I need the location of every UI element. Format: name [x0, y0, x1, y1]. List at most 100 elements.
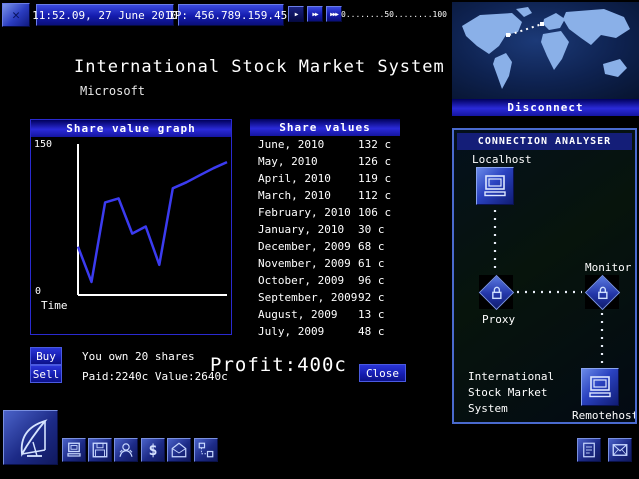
proxy-label: Proxy — [482, 313, 515, 326]
floppy-disk-icon — [91, 441, 109, 459]
fast-forward-icon: ▶▶ — [312, 11, 317, 18]
company-name: Microsoft — [80, 84, 145, 98]
sell-button[interactable]: Sell — [30, 365, 62, 383]
share-values-list: June, 2010132 cMay, 2010126 cApril, 2010… — [250, 136, 400, 340]
remotehost-label: Remotehost — [572, 409, 637, 422]
share-value-price: 96 c — [358, 272, 385, 289]
share-value-row: August, 2009 13 c — [250, 306, 400, 323]
share-value-price: 48 c — [358, 323, 385, 340]
page-title: International Stock Market System — [74, 57, 445, 77]
monitor-node[interactable] — [585, 275, 619, 309]
status-button[interactable] — [114, 438, 138, 462]
graph-panel-title: Share value graph — [31, 120, 231, 137]
share-value-price: 106 c — [358, 204, 391, 221]
disconnect-label: Disconnect — [507, 101, 583, 114]
share-value-row: March, 2010 112 c — [250, 187, 400, 204]
share-value-row: November, 2009 61 c — [250, 255, 400, 272]
share-value-price: 13 c — [358, 306, 385, 323]
buy-label: Buy — [36, 350, 56, 363]
shares-owned-text: You own 20 shares — [82, 350, 195, 363]
speed-normal-button[interactable]: ▶ — [288, 6, 304, 22]
open-envelope-icon — [170, 441, 188, 459]
finance-button[interactable]: $ — [141, 438, 165, 462]
share-value-month: February, 2010 — [258, 204, 351, 221]
share-value-row: May, 2010 126 c — [250, 153, 400, 170]
share-value-month: December, 2009 — [258, 238, 351, 255]
paid-value-text: Paid:2240c Value:2640c — [82, 370, 228, 383]
share-value-row: September, 200992 c — [250, 289, 400, 306]
share-value-month: June, 2010 — [258, 136, 324, 153]
share-value-month: September, 2009 — [258, 289, 357, 306]
buy-button[interactable]: Buy — [30, 347, 62, 365]
connection-analyser-title: CONNECTION ANALYSER — [457, 133, 632, 150]
share-value-price: 92 c — [358, 289, 385, 306]
proxy-node[interactable] — [479, 275, 513, 309]
share-value-row: April, 2010 119 c — [250, 170, 400, 187]
share-value-price: 61 c — [358, 255, 385, 272]
hardware-button[interactable] — [62, 438, 86, 462]
person-icon — [117, 441, 135, 459]
network-icon — [197, 441, 215, 459]
network-map-button[interactable] — [194, 438, 218, 462]
speed-fast-button[interactable]: ▶▶ — [307, 6, 323, 22]
cpu-usage-gauge: 0........50........100 — [341, 10, 447, 19]
target-name-line2: Stock Market — [468, 386, 547, 399]
share-value-month: January, 2010 — [258, 221, 344, 238]
ip-display[interactable]: IP: 456.789.159.459 — [178, 4, 284, 26]
share-values-panel: Share values June, 2010 132 c May, 2010 126… — [250, 119, 400, 340]
share-value-month: October, 2009 — [258, 272, 344, 289]
share-price-line-chart — [31, 137, 231, 334]
close-window-button[interactable]: ✕ — [2, 3, 30, 27]
speed-fastest-button[interactable]: ▶▶▶ — [326, 6, 342, 22]
dollar-icon: $ — [148, 443, 157, 458]
share-value-month: March, 2010 — [258, 187, 331, 204]
share-value-month: July, 2009 — [258, 323, 324, 340]
share-value-month: November, 2009 — [258, 255, 351, 272]
close-icon: ✕ — [12, 8, 20, 23]
share-value-price: 112 c — [358, 187, 391, 204]
share-value-price: 30 c — [358, 221, 385, 238]
padlock-icon — [490, 286, 502, 299]
profit-text: Profit:400c — [210, 354, 347, 376]
software-button[interactable] — [88, 438, 112, 462]
connection-analyser-panel: CONNECTION ANALYSER Localhost Proxy Moni… — [452, 128, 637, 424]
uplink-stock-market-screen: ✕ 11:52.09, 27 June 2010 IP: 456.789.159… — [0, 0, 639, 479]
monitor-label: Monitor — [585, 261, 631, 274]
share-value-month: April, 2010 — [258, 170, 331, 187]
share-values-title: Share values — [250, 119, 400, 136]
lock-diamond-icon — [478, 274, 513, 309]
sell-label: Sell — [33, 368, 60, 381]
share-value-graph-panel: Share value graph 150 0 Time — [30, 119, 232, 335]
uplink-menu-button[interactable] — [3, 410, 58, 465]
fastest-forward-icon: ▶▶▶ — [330, 11, 338, 18]
close-label: Close — [366, 367, 399, 380]
share-value-price: 126 c — [358, 153, 391, 170]
share-value-month: May, 2010 — [258, 153, 318, 170]
lock-diamond-icon — [584, 274, 619, 309]
clock-display[interactable]: 11:52.09, 27 June 2010 — [36, 4, 174, 26]
localhost-node[interactable] — [476, 167, 514, 205]
share-value-price: 119 c — [358, 170, 391, 187]
share-value-row: October, 2009 96 c — [250, 272, 400, 289]
close-button[interactable]: Close — [359, 364, 406, 382]
padlock-icon — [596, 286, 608, 299]
computer-icon — [587, 374, 613, 400]
computer-icon — [482, 173, 508, 199]
disconnect-button[interactable]: Disconnect — [452, 99, 639, 116]
mail-envelope-icon — [611, 441, 629, 459]
email-button[interactable] — [167, 438, 191, 462]
satellite-dish-icon — [9, 416, 53, 460]
remotehost-node[interactable] — [581, 368, 619, 406]
target-name-line3: System — [468, 402, 508, 415]
clock-text: 11:52.09, 27 June 2010 — [32, 9, 178, 22]
share-value-row: January, 2010 30 c — [250, 221, 400, 238]
share-value-row: July, 2009 48 c — [250, 323, 400, 340]
news-button[interactable] — [577, 438, 601, 462]
ip-text: IP: 456.789.159.459 — [168, 9, 294, 22]
localhost-label: Localhost — [472, 153, 532, 166]
share-value-price: 132 c — [358, 136, 391, 153]
target-name-line1: International — [468, 370, 554, 383]
share-value-month: August, 2009 — [258, 306, 337, 323]
news-document-icon — [580, 441, 598, 459]
mail-button[interactable] — [608, 438, 632, 462]
